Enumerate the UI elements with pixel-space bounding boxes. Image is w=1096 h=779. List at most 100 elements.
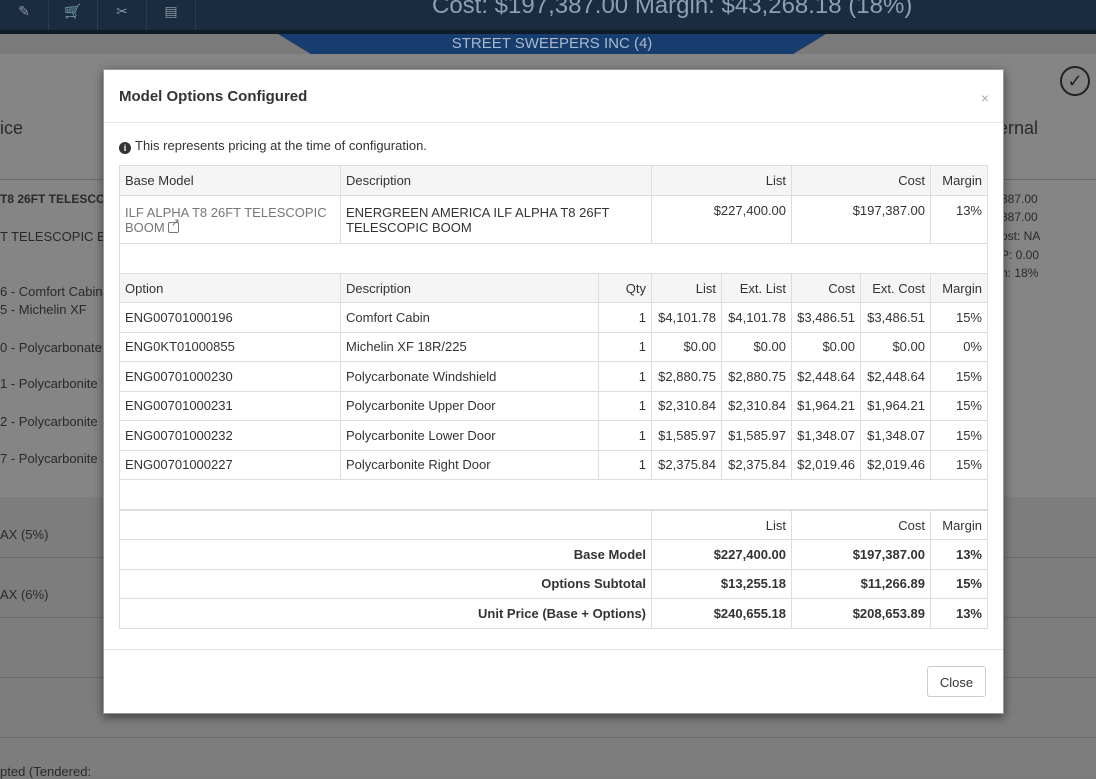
bg-line-item: T8 26FT TELESCO bbox=[0, 192, 106, 206]
option-description: Polycarbonite Upper Door bbox=[340, 390, 599, 421]
internal-heading: ernal bbox=[998, 118, 1039, 138]
option-list: $4,101.78 bbox=[651, 302, 722, 333]
option-ext-cost: $0.00 bbox=[860, 331, 931, 362]
option-ext-list: $2,375.84 bbox=[721, 449, 792, 480]
option-margin: 15% bbox=[930, 420, 988, 451]
option-code: ENG0KT01000855 bbox=[119, 331, 341, 362]
option-qty: 1 bbox=[598, 331, 652, 362]
option-code: ENG00701000227 bbox=[119, 449, 341, 480]
option-ext-cost: $1,964.21 bbox=[860, 390, 931, 421]
summary-label: Base Model bbox=[119, 539, 652, 570]
options-table: Option Description Qty List Ext. List Co… bbox=[119, 273, 988, 510]
customer-banner: STREET SWEEPERS INC (4) bbox=[278, 34, 826, 54]
column-header: Margin bbox=[930, 165, 988, 196]
option-code: ENG00701000232 bbox=[119, 420, 341, 451]
table-row: ENG0KT01000855 Michelin XF 18R/225 1 $0.… bbox=[119, 331, 988, 362]
summary-cost: $197,387.00 bbox=[791, 539, 931, 570]
column-header: Cost bbox=[791, 273, 861, 303]
option-list: $0.00 bbox=[651, 331, 722, 362]
option-qty: 1 bbox=[598, 420, 652, 451]
summary-table: List Cost Margin Base Model $227,400.00 … bbox=[119, 510, 988, 629]
bg-line-item: 0 - Polycarbonate bbox=[0, 340, 102, 355]
column-header bbox=[119, 510, 652, 540]
bg-line-item: 7 - Polycarbonite bbox=[0, 451, 98, 466]
option-list: $2,310.84 bbox=[651, 390, 722, 421]
base-description: ENERGREEN AMERICA ILF ALPHA T8 26FT TELES… bbox=[340, 195, 652, 244]
option-cost: $3,486.51 bbox=[791, 302, 861, 333]
tools-icon[interactable]: ✂ bbox=[98, 0, 147, 30]
option-margin: 15% bbox=[930, 302, 988, 333]
base-margin: 13% bbox=[930, 195, 988, 244]
edit-icon[interactable]: ✎ bbox=[0, 0, 49, 30]
option-description: Comfort Cabin bbox=[340, 302, 599, 333]
option-ext-cost: $3,486.51 bbox=[860, 302, 931, 333]
cart-icon[interactable]: 🛒 bbox=[49, 0, 98, 30]
summary-list: $227,400.00 bbox=[651, 539, 792, 570]
summary-row: Unit Price (Base + Options) $240,655.18 … bbox=[119, 598, 988, 629]
base-model-link[interactable]: ILF ALPHA T8 26FT TELESCOPIC BOOM bbox=[119, 195, 341, 244]
check-circle-icon[interactable]: ✓ bbox=[1060, 66, 1090, 96]
modal-header: Model Options Configured × bbox=[104, 70, 1003, 123]
summary-list: $240,655.18 bbox=[651, 598, 792, 629]
option-ext-list: $2,880.75 bbox=[721, 361, 792, 392]
bg-internal-value: P: 0.00 bbox=[1001, 248, 1040, 262]
option-ext-list: $1,585.97 bbox=[721, 420, 792, 451]
summary-cost: $11,266.89 bbox=[791, 568, 931, 599]
column-header: Description bbox=[340, 165, 652, 196]
divider bbox=[0, 737, 1096, 738]
document-icon[interactable]: ▤ bbox=[147, 0, 196, 30]
option-list: $2,375.84 bbox=[651, 449, 722, 480]
base-list: $227,400.00 bbox=[651, 195, 792, 244]
option-cost: $1,348.07 bbox=[791, 420, 861, 451]
bg-tax-line: AX (6%) bbox=[0, 587, 49, 602]
option-cost: $1,964.21 bbox=[791, 390, 861, 421]
table-header-row: Option Description Qty List Ext. List Co… bbox=[119, 273, 988, 303]
option-qty: 1 bbox=[598, 302, 652, 333]
bg-line-item: 2 - Polycarbonite bbox=[0, 414, 98, 429]
spacer-row bbox=[119, 479, 988, 510]
base-cost: $197,387.00 bbox=[791, 195, 931, 244]
bg-internal-value: ost: NA bbox=[1001, 229, 1041, 243]
info-message: i This represents pricing at the time of … bbox=[119, 138, 427, 154]
column-header: List bbox=[651, 165, 792, 196]
bg-internal-value: n: 18% bbox=[1001, 266, 1039, 280]
option-description: Polycarbonite Lower Door bbox=[340, 420, 599, 451]
column-header: Qty bbox=[598, 273, 652, 303]
table-row: ENG00701000232 Polycarbonite Lower Door … bbox=[119, 420, 988, 451]
close-button[interactable]: Close bbox=[927, 666, 986, 697]
bg-internal-value: 387.00 bbox=[1001, 210, 1038, 224]
close-icon[interactable]: × bbox=[981, 90, 989, 106]
option-cost: $2,448.64 bbox=[791, 361, 861, 392]
table-row: ENG00701000227 Polycarbonite Right Door … bbox=[119, 449, 988, 480]
column-header: Option bbox=[119, 273, 341, 303]
table-header-row: List Cost Margin bbox=[119, 510, 988, 540]
option-ext-list: $2,310.84 bbox=[721, 390, 792, 421]
option-code: ENG00701000230 bbox=[119, 361, 341, 392]
column-header: Margin bbox=[930, 510, 988, 540]
option-qty: 1 bbox=[598, 449, 652, 480]
external-link-icon[interactable] bbox=[167, 216, 180, 233]
option-list: $2,880.75 bbox=[651, 361, 722, 392]
table-row: ENG00701000231 Polycarbonite Upper Door … bbox=[119, 390, 988, 421]
option-margin: 15% bbox=[930, 449, 988, 480]
column-header: List bbox=[651, 510, 792, 540]
modal-title: Model Options Configured bbox=[119, 88, 308, 105]
summary-cost: $208,653.89 bbox=[791, 598, 931, 629]
table-row: ILF ALPHA T8 26FT TELESCOPICBOOM ENERGRE… bbox=[119, 195, 988, 244]
summary-margin: 13% bbox=[930, 539, 988, 570]
table-header-row: Base Model Description List Cost Margin bbox=[119, 165, 988, 196]
summary-label: Options Subtotal bbox=[119, 568, 652, 599]
column-header: Description bbox=[340, 273, 599, 303]
summary-list: $13,255.18 bbox=[651, 568, 792, 599]
column-header: List bbox=[651, 273, 722, 303]
summary-row: Base Model $227,400.00 $197,387.00 13% bbox=[119, 539, 988, 570]
option-margin: 15% bbox=[930, 361, 988, 392]
option-ext-cost: $1,348.07 bbox=[860, 420, 931, 451]
summary-label: Unit Price (Base + Options) bbox=[119, 598, 652, 629]
table-row: ENG00701000196 Comfort Cabin 1 $4,101.78… bbox=[119, 302, 988, 333]
spacer-row bbox=[119, 243, 988, 274]
bg-tendered-text: pted (Tendered: bbox=[0, 764, 92, 779]
option-description: Michelin XF 18R/225 bbox=[340, 331, 599, 362]
option-description: Polycarbonate Windshield bbox=[340, 361, 599, 392]
option-list: $1,585.97 bbox=[651, 420, 722, 451]
